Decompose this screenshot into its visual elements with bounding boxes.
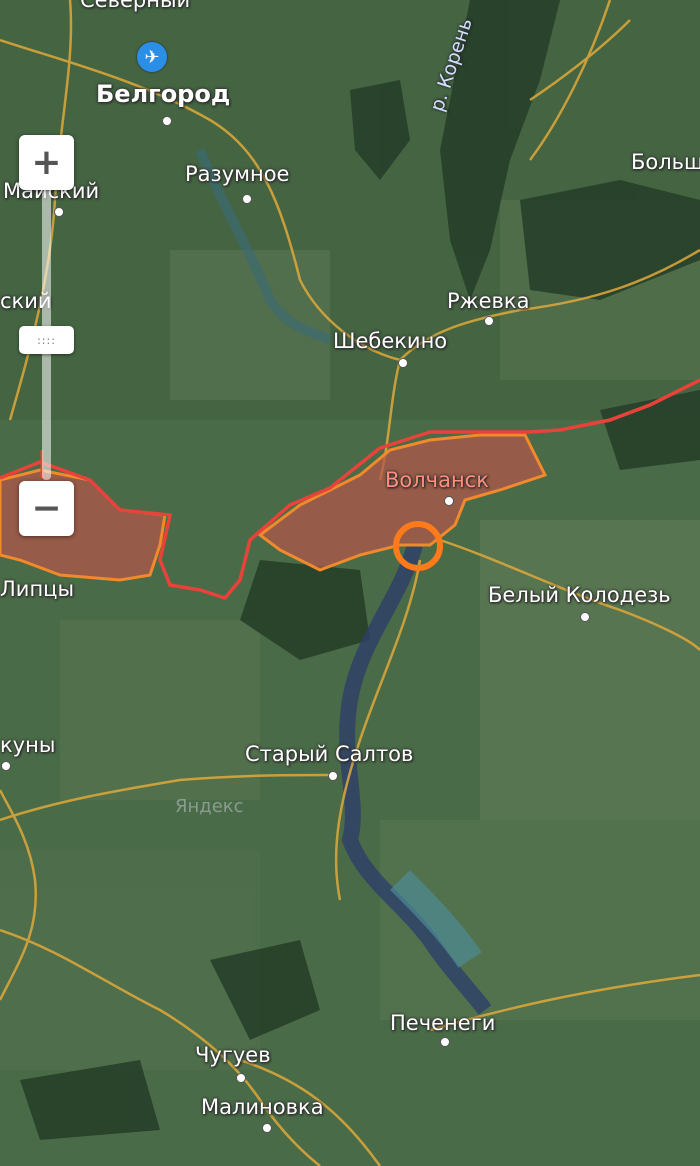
city-dot-bely-kolodez xyxy=(580,612,590,622)
city-label-lipcy: Липцы xyxy=(0,577,75,601)
city-label-razumnoe: Разумное xyxy=(185,162,290,186)
map-view[interactable]: Северный ✈ Белгород Майский Разумное ски… xyxy=(0,0,700,1166)
city-label-pechenegi: Печенеги xyxy=(390,1011,496,1035)
city-dot-rzhevka xyxy=(484,316,494,326)
city-dot-volchansk xyxy=(444,496,454,506)
city-dot-malinovka xyxy=(262,1123,272,1133)
city-label-kuny: куны xyxy=(0,733,56,757)
city-dot-maysky xyxy=(54,207,64,217)
zoom-slider-thumb[interactable]: :::: xyxy=(19,326,74,354)
zoom-in-button[interactable]: + xyxy=(19,135,74,190)
city-label-stary-saltov: Старый Салтов xyxy=(245,742,414,766)
airplane-icon[interactable]: ✈ xyxy=(137,42,167,72)
city-label-malinovka: Малиновка xyxy=(201,1095,324,1119)
city-label-bely-kolodez: Белый Колодезь xyxy=(488,583,671,607)
city-label-bolsh: Больш xyxy=(631,150,700,174)
yandex-watermark: Яндекс xyxy=(175,796,244,817)
city-label-volchansk: Волчанск xyxy=(385,468,489,492)
city-dot-chuguev xyxy=(236,1073,246,1083)
city-dot-stary-saltov xyxy=(328,771,338,781)
city-label-belgorod: Белгород xyxy=(96,80,231,108)
city-label-shebekino: Шебекино xyxy=(333,329,448,353)
city-dot-belgorod xyxy=(162,116,172,126)
city-label-rzhevka: Ржевка xyxy=(447,289,530,313)
city-dot-shebekino xyxy=(398,358,408,368)
city-dot-kuny xyxy=(1,761,11,771)
city-dot-razumnoe xyxy=(242,194,252,204)
city-dot-pechenegi xyxy=(440,1037,450,1047)
city-label-chuguev: Чугуев xyxy=(195,1043,271,1067)
city-label-severny: Северный xyxy=(80,0,191,12)
zoom-out-button[interactable]: − xyxy=(19,481,74,536)
